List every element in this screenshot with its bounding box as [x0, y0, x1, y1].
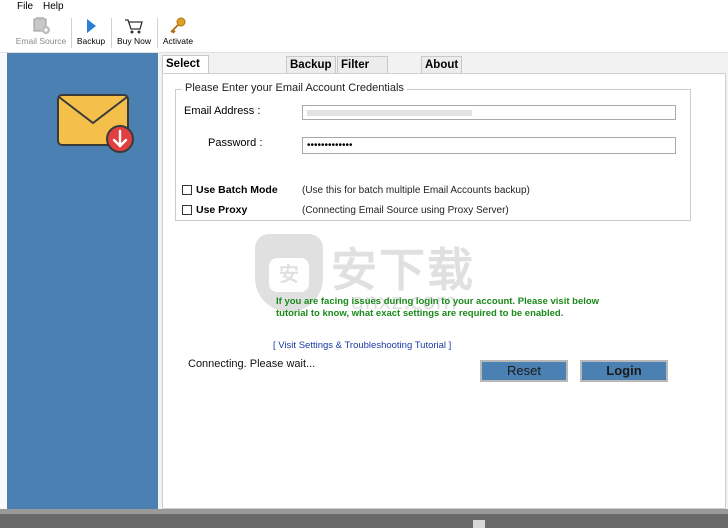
- email-field[interactable]: [302, 105, 676, 120]
- toolbar-divider: [111, 18, 112, 48]
- key-icon: [160, 16, 196, 36]
- toolbar-divider: [71, 18, 72, 48]
- use-proxy-hint: (Connecting Email Source using Proxy Ser…: [302, 205, 509, 216]
- menu-file[interactable]: File: [17, 1, 33, 12]
- login-issue-notice: If you are facing issues during login to…: [276, 296, 600, 319]
- use-proxy-checkbox-box[interactable]: [182, 205, 192, 215]
- email-address-label: Email Address :: [184, 105, 261, 117]
- status-bar: [0, 509, 728, 528]
- main-area: Select Email Source Backup Filter Option…: [158, 53, 728, 509]
- tutorial-link[interactable]: [ Visit Settings & Troubleshooting Tutor…: [273, 340, 451, 351]
- use-proxy-label: Use Proxy: [196, 204, 248, 216]
- tab-panel: Please Enter your Email Account Credenti…: [162, 73, 726, 509]
- tab-backup[interactable]: Backup: [286, 56, 336, 73]
- backup-label: Backup: [76, 36, 106, 46]
- menu-bar: File Help: [0, 0, 728, 14]
- toolbar: Email Source Backup Buy Now Activate: [0, 14, 728, 53]
- buy-now-button[interactable]: Buy Now: [114, 16, 154, 50]
- reset-button[interactable]: Reset: [480, 360, 568, 382]
- backup-button[interactable]: Backup: [74, 16, 108, 50]
- status-bar-marker: [473, 520, 485, 528]
- buy-now-label: Buy Now: [116, 36, 151, 46]
- menu-help[interactable]: Help: [43, 1, 64, 12]
- tab-select-email-source[interactable]: Select Email Source: [162, 55, 209, 102]
- toolbar-divider: [157, 18, 158, 48]
- tab-filter-options[interactable]: Filter Options: [337, 56, 389, 87]
- batch-mode-checkbox[interactable]: Use Batch Mode: [182, 184, 278, 196]
- login-button[interactable]: Login: [580, 360, 668, 382]
- cart-icon: [114, 16, 154, 36]
- credentials-group-title: Please Enter your Email Account Credenti…: [182, 82, 407, 94]
- batch-mode-checkbox-box[interactable]: [182, 185, 192, 195]
- tab-about[interactable]: About: [421, 56, 463, 73]
- activate-button[interactable]: Activate: [160, 16, 196, 50]
- password-field[interactable]: •••••••••••••: [302, 137, 676, 154]
- email-source-label: Email Source: [15, 36, 67, 46]
- play-icon: [74, 16, 108, 36]
- credentials-group: Please Enter your Email Account Credenti…: [175, 82, 691, 221]
- status-bar-highlight: [0, 509, 728, 514]
- email-blur-placeholder: [307, 110, 472, 117]
- status-text: Connecting. Please wait...: [188, 358, 316, 370]
- password-label: Password :: [208, 137, 263, 149]
- window-edge: [0, 53, 7, 509]
- batch-mode-hint: (Use this for batch multiple Email Accou…: [302, 185, 530, 196]
- sidebar: [7, 53, 158, 509]
- batch-mode-label: Use Batch Mode: [196, 184, 278, 196]
- use-proxy-checkbox[interactable]: Use Proxy: [182, 204, 247, 216]
- email-source-icon: [14, 16, 68, 36]
- activate-label: Activate: [162, 36, 194, 46]
- email-envelope-icon: [56, 93, 138, 160]
- email-source-button[interactable]: Email Source: [14, 16, 68, 50]
